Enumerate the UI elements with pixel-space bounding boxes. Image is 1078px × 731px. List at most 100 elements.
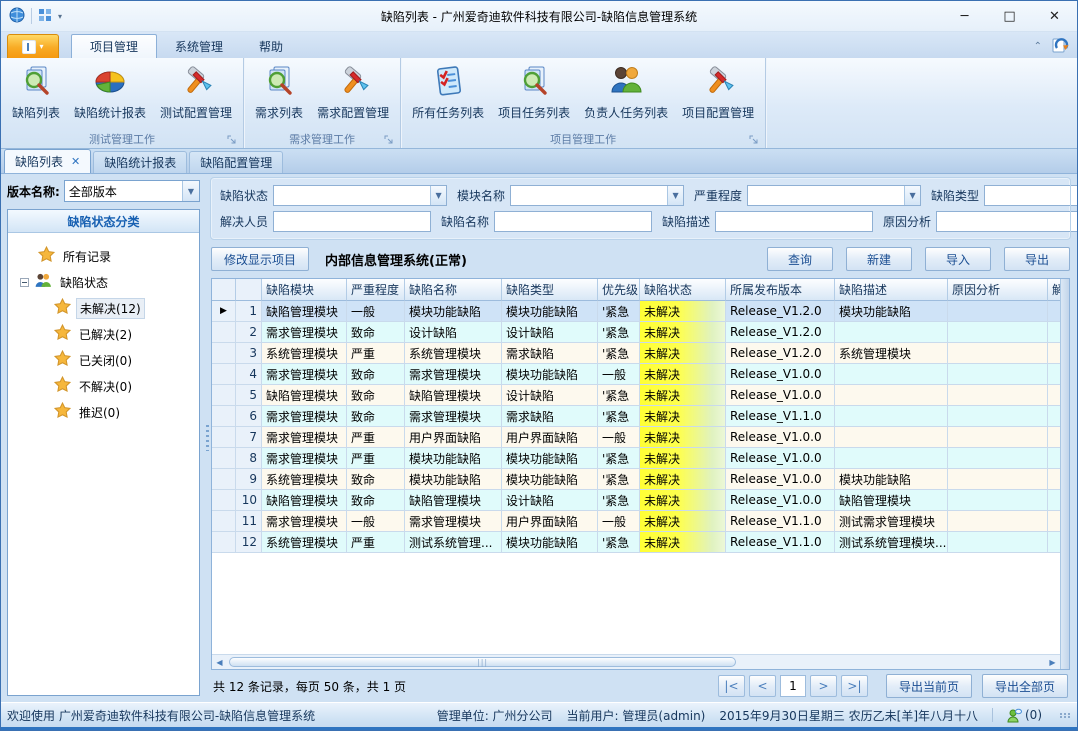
table-row[interactable]: 12系统管理模块严重测试系统管理...模块功能缺陷'紧急未解决Release_V… [212,532,1060,553]
cell-reason[interactable] [948,490,1048,511]
cell-name[interactable]: 用户界面缺陷 [405,427,502,448]
cell-severity[interactable]: 致命 [347,322,405,343]
action-button-查询[interactable]: 查询 [767,247,833,271]
row-selector-cell[interactable] [212,511,236,532]
cell-name[interactable]: 模块功能缺陷 [405,448,502,469]
cell-name[interactable]: 需求管理模块 [405,511,502,532]
cell-version[interactable]: Release_V1.1.0 [726,532,835,553]
document-tab-缺陷配置管理[interactable]: 缺陷配置管理 [189,151,283,173]
ribbon-button-缺陷列表[interactable]: 缺陷列表 [5,61,67,122]
grid-column-header-原因分析[interactable]: 原因分析 [948,279,1048,301]
chevron-down-icon[interactable]: ▼ [667,186,683,205]
cell-solution[interactable] [1048,322,1060,343]
cell-name[interactable]: 模块功能缺陷 [405,301,502,322]
cell-type[interactable]: 用户界面缺陷 [502,511,598,532]
horizontal-scroll-thumb[interactable]: ||| [229,657,736,667]
filter-text-input[interactable] [716,212,872,231]
cell-version[interactable]: Release_V1.1.0 [726,511,835,532]
cell-status[interactable]: 未解决 [640,511,726,532]
cell-type[interactable]: 模块功能缺陷 [502,448,598,469]
cell-desc[interactable]: 系统管理模块 [835,343,948,364]
cell-status[interactable]: 未解决 [640,490,726,511]
tree-item-未解决(12)[interactable]: 未解决(12) [8,295,199,321]
ribbon-button-项目任务列表[interactable]: 项目任务列表 [491,61,577,122]
cell-version[interactable]: Release_V1.1.0 [726,406,835,427]
cell-priority[interactable]: '紧急 [598,301,640,322]
cell-desc[interactable]: 测试需求管理模块 [835,511,948,532]
cell-priority[interactable]: '紧急 [598,385,640,406]
cell-severity[interactable]: 致命 [347,385,405,406]
cell-solution[interactable] [1048,511,1060,532]
vertical-scrollbar[interactable] [1060,279,1069,669]
filter-combobox-缺陷状态[interactable]: ▼ [273,185,447,206]
cell-reason[interactable] [948,364,1048,385]
ribbon-button-负责人任务列表[interactable]: 负责人任务列表 [577,61,675,122]
close-tab-icon[interactable]: ✕ [71,155,80,168]
close-button[interactable]: ✕ [1032,1,1077,31]
cell-solution[interactable] [1048,385,1060,406]
cell-name[interactable]: 需求管理模块 [405,364,502,385]
cell-desc[interactable] [835,322,948,343]
cell-severity[interactable]: 致命 [347,490,405,511]
ribbon-tab-项目管理[interactable]: 项目管理 [71,34,157,58]
quick-access-dropdown-icon[interactable]: ▾ [58,12,62,21]
row-selector-cell[interactable] [212,322,236,343]
first-page-button[interactable]: |< [718,675,745,697]
row-selector-cell[interactable] [212,385,236,406]
cell-priority[interactable]: '紧急 [598,343,640,364]
cell-module[interactable]: 需求管理模块 [262,427,347,448]
cell-status[interactable]: 未解决 [640,301,726,322]
table-row[interactable]: 10缺陷管理模块致命缺陷管理模块设计缺陷'紧急未解决Release_V1.0.0… [212,490,1060,511]
version-combobox[interactable]: 全部版本 ▼ [64,180,200,202]
cell-type[interactable]: 需求缺陷 [502,406,598,427]
row-selector-cell[interactable] [212,469,236,490]
cell-version[interactable]: Release_V1.0.0 [726,385,835,406]
horizontal-scrollbar[interactable]: ◀ ||| ▶ [212,654,1060,669]
cell-name[interactable]: 设计缺陷 [405,322,502,343]
cell-name[interactable]: 缺陷管理模块 [405,385,502,406]
cell-version[interactable]: Release_V1.0.0 [726,364,835,385]
cell-reason[interactable] [948,301,1048,322]
dialog-launcher-icon[interactable] [384,135,394,145]
maximize-button[interactable]: □ [987,1,1032,31]
cell-desc[interactable] [835,448,948,469]
filter-combobox-模块名称[interactable]: ▼ [510,185,684,206]
ribbon-button-需求列表[interactable]: 需求列表 [248,61,310,122]
cell-priority[interactable]: '紧急 [598,469,640,490]
row-selector-cell[interactable] [212,427,236,448]
filter-text-input[interactable] [511,186,667,205]
filter-text-input[interactable] [274,186,430,205]
cell-severity[interactable]: 一般 [347,301,405,322]
grid-column-header-解决[interactable]: 解决 [1048,279,1060,301]
cell-name[interactable]: 缺陷管理模块 [405,490,502,511]
cell-module[interactable]: 需求管理模块 [262,448,347,469]
action-button-导入[interactable]: 导入 [925,247,991,271]
modify-display-items-button[interactable]: 修改显示项目 [211,247,309,271]
cell-name[interactable]: 需求管理模块 [405,406,502,427]
grid-column-header-优先级[interactable]: 优先级 [598,279,640,301]
cell-desc[interactable] [835,385,948,406]
cell-severity[interactable]: 致命 [347,364,405,385]
collapse-ribbon-icon[interactable]: ⌃ [1034,41,1042,52]
cell-severity[interactable]: 致命 [347,406,405,427]
cell-status[interactable]: 未解决 [640,343,726,364]
cell-type[interactable]: 设计缺陷 [502,322,598,343]
cell-type[interactable]: 设计缺陷 [502,490,598,511]
app-globe-icon[interactable] [9,7,25,26]
tree-item-缺陷状态[interactable]: 缺陷状态 [8,269,199,295]
cell-reason[interactable] [948,385,1048,406]
application-menu-button[interactable]: ▾ [7,34,59,58]
resize-grip[interactable] [1060,713,1071,718]
grid-column-header-缺陷描述[interactable]: 缺陷描述 [835,279,948,301]
dialog-launcher-icon[interactable] [749,135,759,145]
cell-status[interactable]: 未解决 [640,364,726,385]
filter-text-input[interactable] [937,212,1078,231]
cell-priority[interactable]: '紧急 [598,406,640,427]
minimize-button[interactable]: ─ [942,1,987,31]
cell-severity[interactable]: 严重 [347,427,405,448]
cell-severity[interactable]: 严重 [347,343,405,364]
filter-input-缺陷描述[interactable] [715,211,873,232]
action-button-导出[interactable]: 导出 [1004,247,1070,271]
tree-item-不解决(0)[interactable]: 不解决(0) [8,373,199,399]
export-current-page-button[interactable]: 导出当前页 [886,674,972,698]
